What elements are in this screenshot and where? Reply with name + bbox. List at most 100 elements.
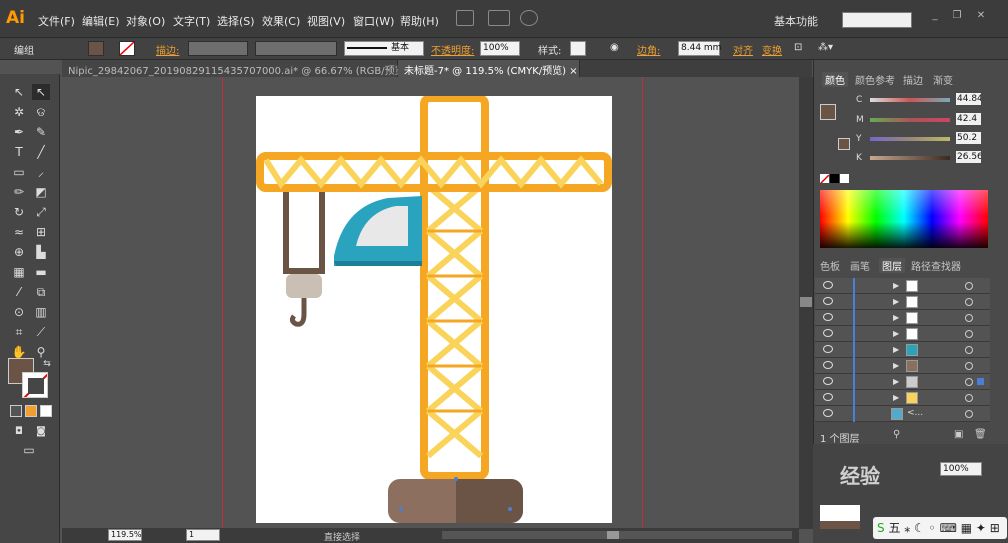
close-icon[interactable]: ✕: [974, 10, 988, 22]
stroke-color-box[interactable]: [22, 372, 48, 398]
graphic-style-swatch[interactable]: [570, 41, 586, 56]
recolor-icon[interactable]: ◉: [610, 42, 619, 53]
swap-colors-icon[interactable]: ⇆: [38, 356, 56, 372]
panel-stroke-swatch[interactable]: [838, 138, 850, 150]
menu-type[interactable]: 文字(T): [173, 13, 210, 29]
layer-row[interactable]: <...: [815, 406, 990, 422]
tab-stroke[interactable]: 描边: [903, 72, 923, 87]
horizontal-scrollbar[interactable]: [442, 531, 792, 539]
visibility-eye-icon[interactable]: [823, 329, 833, 337]
visibility-eye-icon[interactable]: [823, 313, 833, 321]
crane-illustration[interactable]: [256, 94, 612, 523]
tab-pathfinder[interactable]: 路径查找器: [911, 258, 961, 273]
menu-window[interactable]: 窗口(W): [353, 13, 394, 29]
transform-link[interactable]: 变换: [762, 42, 782, 57]
visibility-eye-icon[interactable]: [823, 297, 833, 305]
target-icon[interactable]: [965, 298, 973, 306]
pencil-icon[interactable]: ✏: [10, 184, 28, 200]
type-tool-icon[interactable]: T: [10, 144, 28, 160]
cyan-value[interactable]: 44.84: [956, 93, 981, 105]
yellow-slider[interactable]: [870, 137, 950, 141]
fill-swatch[interactable]: [88, 41, 104, 56]
visibility-eye-icon[interactable]: [823, 377, 833, 385]
bridge-icon[interactable]: [456, 10, 474, 26]
none-color-icon[interactable]: [820, 174, 829, 183]
variable-width-field[interactable]: [255, 41, 337, 56]
opacity-mini-field[interactable]: 100%: [940, 462, 982, 476]
expand-icon[interactable]: ▶: [893, 361, 899, 370]
artboard-tool-icon[interactable]: ⌗: [10, 324, 28, 340]
paintbrush-icon[interactable]: ⸝: [32, 164, 50, 180]
mesh-tool-icon[interactable]: ▦: [10, 264, 28, 280]
expand-icon[interactable]: ▶: [893, 377, 899, 386]
visibility-eye-icon[interactable]: [823, 409, 833, 417]
ime-toolbar[interactable]: S 五 ⁎ ☾ ◦ ⌨ ▦ ✦ ⊞: [873, 517, 1007, 539]
magic-wand-icon[interactable]: ✲: [10, 104, 28, 120]
layer-row[interactable]: ▶: [815, 358, 990, 374]
direct-selection-tool-icon[interactable]: ↖: [32, 84, 50, 100]
none-mode-icon[interactable]: [40, 405, 52, 417]
screen-mode-icon[interactable]: ▭: [20, 442, 38, 458]
black-slider[interactable]: [870, 156, 950, 160]
h-scroll-thumb[interactable]: [607, 531, 619, 539]
menu-object[interactable]: 对象(O): [126, 13, 165, 29]
pen-tool-icon[interactable]: ✒: [10, 124, 28, 140]
expand-icon[interactable]: ▶: [893, 345, 899, 354]
symbol-sprayer-icon[interactable]: ⊙: [10, 304, 28, 320]
lasso-icon[interactable]: ଡ: [32, 104, 50, 120]
black-swatch[interactable]: [830, 174, 839, 183]
workspace-switcher[interactable]: 基本功能: [774, 13, 818, 29]
search-input[interactable]: [842, 12, 912, 28]
blend-tool-icon[interactable]: ⧉: [32, 284, 50, 300]
visibility-eye-icon[interactable]: [823, 345, 833, 353]
slice-tool-icon[interactable]: ⟋: [32, 324, 50, 340]
menu-view[interactable]: 视图(V): [307, 13, 345, 29]
layer-row[interactable]: ▶: [815, 342, 990, 358]
rotate-tool-icon[interactable]: ↻: [10, 204, 28, 220]
stroke-style-select[interactable]: 基本: [344, 41, 424, 56]
tab-color-guide[interactable]: 颜色参考: [855, 72, 895, 87]
new-layer-icon[interactable]: ▣: [954, 429, 963, 440]
visibility-eye-icon[interactable]: [823, 361, 833, 369]
draw-normal-icon[interactable]: ◘: [10, 424, 28, 440]
corner-label[interactable]: 边角:: [637, 42, 660, 57]
color-spectrum[interactable]: [820, 190, 988, 248]
tab-nipic-document[interactable]: Nipic_29842067_20190829115435707000.ai* …: [62, 60, 420, 77]
zoom-field[interactable]: 119.5%: [108, 529, 142, 541]
corner-radius-field[interactable]: 8.44 mm: [678, 41, 721, 56]
black-value[interactable]: 26.56: [956, 151, 981, 163]
color-mode-icon[interactable]: [10, 405, 22, 417]
menu-select[interactable]: 选择(S): [217, 13, 255, 29]
width-tool-icon[interactable]: ≈: [10, 224, 28, 240]
magenta-slider[interactable]: [870, 118, 950, 122]
tab-untitled-7[interactable]: 未标题-7* @ 119.5% (CMYK/预览) ×: [398, 60, 580, 77]
curvature-tool-icon[interactable]: ✎: [32, 124, 50, 140]
eyedropper-icon[interactable]: ⁄: [10, 284, 28, 300]
scroll-thumb[interactable]: [800, 297, 812, 307]
visibility-eye-icon[interactable]: [823, 393, 833, 401]
stroke-label[interactable]: 描边:: [156, 42, 179, 57]
tab-brushes[interactable]: 画笔: [850, 258, 870, 273]
menu-file[interactable]: 文件(F): [38, 13, 75, 29]
expand-icon[interactable]: ▶: [893, 329, 899, 338]
expand-icon[interactable]: ▶: [893, 297, 899, 306]
white-swatch[interactable]: [840, 174, 849, 183]
magenta-value[interactable]: 42.4: [956, 113, 981, 125]
opacity-label[interactable]: 不透明度:: [431, 42, 474, 57]
stroke-weight-field[interactable]: [188, 41, 248, 56]
panel-fill-swatch[interactable]: [820, 104, 836, 120]
tab-color[interactable]: 颜色: [822, 72, 848, 87]
artboard-number-field[interactable]: 1: [186, 529, 220, 541]
expand-icon[interactable]: ▶: [893, 393, 899, 402]
line-tool-icon[interactable]: ╱: [32, 144, 50, 160]
layer-row-selected[interactable]: ▶: [815, 374, 990, 390]
artboard[interactable]: [256, 94, 612, 523]
menu-effect[interactable]: 效果(C): [262, 13, 300, 29]
expand-icon[interactable]: ▶: [893, 281, 899, 290]
tab-gradient[interactable]: 渐变: [933, 72, 953, 87]
target-icon[interactable]: [965, 282, 973, 290]
selection-tool-icon[interactable]: ↖: [10, 84, 28, 100]
tab-swatches[interactable]: 色板: [820, 258, 840, 273]
close-tab-icon[interactable]: ×: [569, 66, 577, 77]
target-icon[interactable]: [965, 378, 973, 386]
